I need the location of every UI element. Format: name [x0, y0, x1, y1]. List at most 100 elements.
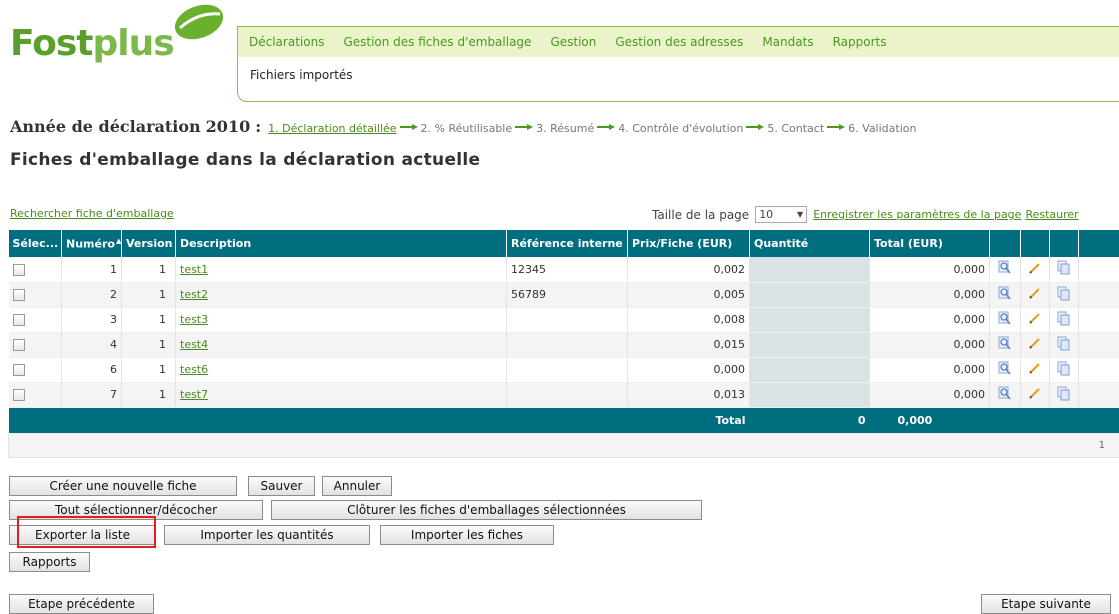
view-icon[interactable]: [990, 282, 1021, 307]
quantity-input[interactable]: [750, 332, 870, 357]
cell-total: 0,000: [870, 282, 990, 307]
cell-total: 0,000: [870, 257, 990, 282]
row-checkbox[interactable]: [13, 264, 25, 276]
step-1-link[interactable]: 1. Déclaration détaillée: [268, 122, 396, 135]
cell-version: 1: [122, 307, 176, 332]
cell-reference: [507, 307, 628, 332]
view-icon[interactable]: [990, 382, 1021, 407]
copy-icon[interactable]: [1050, 307, 1079, 332]
page-size-select[interactable]: 10 ▼: [755, 206, 807, 223]
col-action-copy: [1050, 230, 1079, 257]
previous-step-button[interactable]: Etape précédente: [9, 594, 154, 614]
quantity-input[interactable]: [750, 282, 870, 307]
import-sheets-button[interactable]: Importer les fiches: [380, 525, 554, 545]
table-row: 61test60,0000,000: [9, 357, 1119, 382]
quantity-input[interactable]: [750, 307, 870, 332]
edit-icon[interactable]: [1021, 357, 1050, 382]
nav-submenu-imported-files[interactable]: Fichiers importés: [238, 57, 1119, 82]
restore-link[interactable]: Restaurer: [1025, 208, 1078, 221]
reports-button[interactable]: Rapports: [9, 552, 90, 572]
row-checkbox[interactable]: [13, 314, 25, 326]
total-spacer-right: [990, 407, 1119, 433]
copy-icon[interactable]: [1050, 332, 1079, 357]
cell-total: 0,000: [870, 307, 990, 332]
create-sheet-button[interactable]: Créer une nouvelle fiche: [9, 476, 237, 496]
arrow-right-icon: [746, 124, 764, 130]
cell-price: 0,002: [628, 257, 750, 282]
row-checkbox[interactable]: [13, 389, 25, 401]
nav-item-packaging-sheets[interactable]: Gestion des fiches d'emballage: [343, 35, 531, 49]
next-step-button[interactable]: Etape suivante: [981, 594, 1111, 614]
row-checkbox[interactable]: [13, 364, 25, 376]
row-spacer: [1079, 357, 1119, 382]
cell-total: 0,000: [870, 332, 990, 357]
edit-icon[interactable]: [1021, 307, 1050, 332]
description-link[interactable]: test7: [180, 388, 208, 401]
col-quantity[interactable]: Quantité: [750, 230, 870, 257]
cell-reference: 12345: [507, 257, 628, 282]
page-number[interactable]: 1: [9, 433, 1119, 457]
copy-icon[interactable]: [1050, 382, 1079, 407]
declaration-year: 2010: [206, 117, 251, 136]
copy-icon[interactable]: [1050, 257, 1079, 282]
row-checkbox-cell: [9, 282, 62, 307]
view-icon[interactable]: [990, 257, 1021, 282]
save-button[interactable]: Sauver: [248, 476, 315, 496]
step-4: 4. Contrôle d'évolution: [618, 122, 743, 135]
fostplus-logo[interactable]: Fostplus: [10, 12, 220, 72]
col-select[interactable]: Sélec...: [9, 230, 62, 257]
cell-description: test1: [176, 257, 507, 282]
total-label: Total: [628, 407, 750, 433]
nav-item-mandates[interactable]: Mandats: [762, 35, 813, 49]
quantity-input[interactable]: [750, 357, 870, 382]
cancel-button[interactable]: Annuler: [322, 476, 392, 496]
step-5: 5. Contact: [767, 122, 824, 135]
cell-total: 0,000: [870, 357, 990, 382]
export-list-button[interactable]: Exporter la liste: [9, 525, 156, 545]
arrow-right-icon: [400, 124, 418, 130]
description-link[interactable]: test1: [180, 263, 208, 276]
edit-icon[interactable]: [1021, 382, 1050, 407]
step-6: 6. Validation: [848, 122, 916, 135]
select-all-button[interactable]: Tout sélectionner/décocher: [9, 500, 263, 520]
table-row: 31test30,0080,000: [9, 307, 1119, 332]
description-link[interactable]: test2: [180, 288, 208, 301]
row-checkbox[interactable]: [13, 289, 25, 301]
description-link[interactable]: test4: [180, 338, 208, 351]
page-title: Fiches d'emballage dans la déclaration a…: [10, 150, 480, 170]
col-number[interactable]: Numéro▲: [62, 230, 122, 257]
edit-icon[interactable]: [1021, 257, 1050, 282]
col-action-edit: [1021, 230, 1050, 257]
view-icon[interactable]: [990, 307, 1021, 332]
col-spacer: [1079, 230, 1119, 257]
cell-number: 7: [62, 382, 122, 407]
edit-icon[interactable]: [1021, 282, 1050, 307]
row-checkbox-cell: [9, 307, 62, 332]
col-total[interactable]: Total (EUR): [870, 230, 990, 257]
import-quantities-button[interactable]: Importer les quantités: [164, 525, 370, 545]
view-icon[interactable]: [990, 332, 1021, 357]
description-link[interactable]: test6: [180, 363, 208, 376]
col-version[interactable]: Version: [122, 230, 176, 257]
description-link[interactable]: test3: [180, 313, 208, 326]
view-icon[interactable]: [990, 357, 1021, 382]
row-checkbox[interactable]: [13, 339, 25, 351]
col-price[interactable]: Prix/Fiche (EUR): [628, 230, 750, 257]
nav-item-management[interactable]: Gestion: [550, 35, 596, 49]
edit-icon[interactable]: [1021, 332, 1050, 357]
close-selected-button[interactable]: Clôturer les fiches d'emballages sélecti…: [271, 500, 702, 520]
nav-item-reports[interactable]: Rapports: [833, 35, 887, 49]
nav-item-declarations[interactable]: Déclarations: [249, 35, 324, 49]
cell-price: 0,005: [628, 282, 750, 307]
copy-icon[interactable]: [1050, 282, 1079, 307]
copy-icon[interactable]: [1050, 357, 1079, 382]
col-description[interactable]: Description: [176, 230, 507, 257]
quantity-input[interactable]: [750, 257, 870, 282]
save-page-settings-link[interactable]: Enregistrer les paramètres de la page: [813, 208, 1021, 221]
cell-reference: 56789: [507, 282, 628, 307]
packaging-sheets-table: Sélec... Numéro▲ Version Description Réf…: [8, 230, 1119, 458]
quantity-input[interactable]: [750, 382, 870, 407]
search-packaging-link[interactable]: Rechercher fiche d'emballage: [10, 207, 174, 220]
nav-item-addresses[interactable]: Gestion des adresses: [615, 35, 743, 49]
col-internal-reference[interactable]: Référence interne: [507, 230, 628, 257]
